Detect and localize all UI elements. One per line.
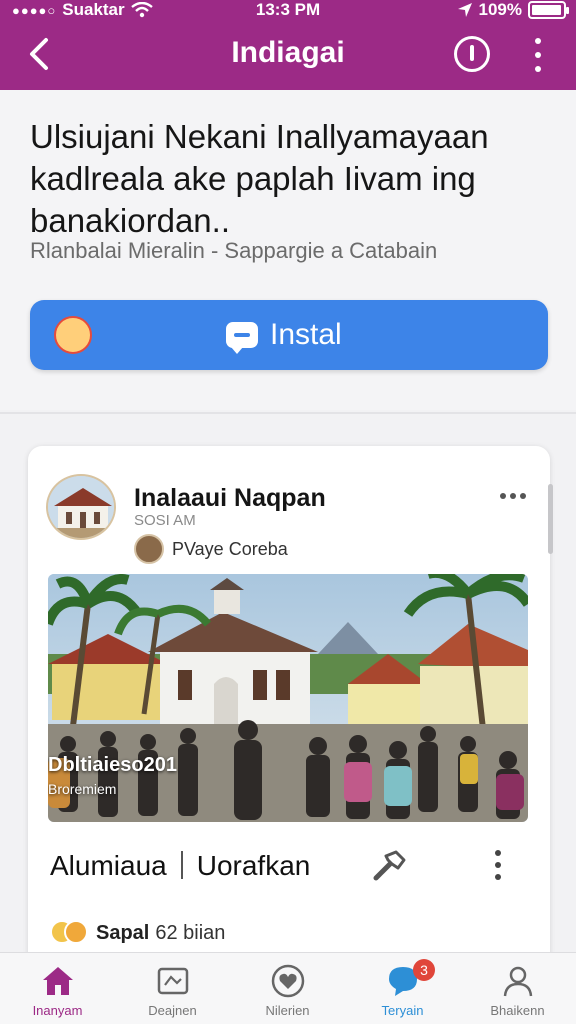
section-divider [0, 412, 576, 414]
nav-profile-label: Bhaikenn [490, 1003, 545, 1018]
post-card: Inalaaui Naqpan SOSI AM PVaye Coreba Dbl… [28, 446, 550, 966]
nav-favorites[interactable]: Nilerien [230, 953, 345, 1024]
nav-discover[interactable]: Deajnen [115, 953, 230, 1024]
location-label: PVaye Coreba [172, 538, 288, 559]
battery-icon [528, 1, 569, 19]
house-thumbnail-icon [48, 476, 114, 538]
info-icon[interactable] [454, 36, 490, 72]
more-vertical-icon[interactable] [526, 36, 550, 74]
nav-home-label: Inanyam [32, 1003, 83, 1018]
scrollbar[interactable] [548, 484, 553, 554]
install-button[interactable]: Instal [30, 300, 548, 370]
nav-discover-label: Deajnen [148, 1003, 197, 1018]
bottom-nav: Inanyam Deajnen Nilerien 3 Teryain Bhaik… [0, 952, 576, 1024]
home-icon [43, 967, 73, 995]
install-label: Instal [270, 318, 342, 351]
author-avatar[interactable] [46, 474, 116, 540]
battery-percent: 109% [478, 0, 522, 19]
comment-action[interactable]: Uorafkan [197, 850, 311, 881]
nav-messages-label: Teryain [381, 1003, 424, 1018]
nav-favorites-label: Nilerien [265, 1003, 310, 1018]
status-right: 109% [457, 0, 569, 20]
action-menu-icon[interactable] [494, 850, 502, 880]
photo-caption-title: Dbltiaieso201 [48, 754, 177, 776]
chat-bubble-icon [226, 322, 258, 354]
action-separator [180, 851, 183, 879]
messages-badge: 3 [413, 959, 435, 981]
hammer-icon[interactable] [368, 846, 408, 886]
reactions-row[interactable]: Sapal 62 biian [50, 920, 225, 946]
reaction-emoji-icon [50, 920, 90, 946]
heart-icon [271, 964, 305, 998]
app-bar: Indiagai [0, 22, 576, 90]
profile-icon [503, 966, 533, 997]
post-menu-icon[interactable] [500, 492, 526, 500]
post-photo[interactable]: Dbltiaieso201 Broremiem [48, 574, 528, 822]
post-time: SOSI AM [134, 512, 196, 529]
mascot-icon [54, 316, 92, 354]
photo-caption: Dbltiaieso201 Broremiem [48, 754, 177, 797]
headline: Ulsiujani Nekani Inallyamayaan kadlreala… [30, 118, 489, 239]
battery-fill [532, 5, 561, 15]
author-name[interactable]: Inalaaui Naqpan [134, 484, 326, 513]
post-actions: Alumiaua Uorafkan [50, 850, 310, 882]
post-location[interactable]: PVaye Coreba [134, 534, 288, 564]
like-action[interactable]: Alumiaua [50, 850, 167, 881]
location-arrow-icon [457, 3, 472, 17]
status-bar: ●●●●○ Suaktar 13:3 PM 109% [0, 0, 576, 22]
reactions-name: Sapal [96, 921, 150, 944]
nav-messages[interactable]: 3 Teryain [345, 953, 460, 1024]
intro-section: Ulsiujani Nekani Inallyamayaan kadlreala… [0, 90, 576, 410]
nav-profile[interactable]: Bhaikenn [460, 953, 575, 1024]
top-header: ●●●●○ Suaktar 13:3 PM 109% Indiagai [0, 0, 576, 90]
nav-home[interactable]: Inanyam [0, 953, 115, 1024]
media-icon [157, 967, 189, 995]
location-avatar [134, 534, 164, 564]
reactions-count: 62 biian [155, 921, 226, 944]
subline: Rlanbalai Mieralin - Sappargie a Catabai… [30, 238, 438, 263]
photo-caption-sub: Broremiem [48, 781, 117, 797]
